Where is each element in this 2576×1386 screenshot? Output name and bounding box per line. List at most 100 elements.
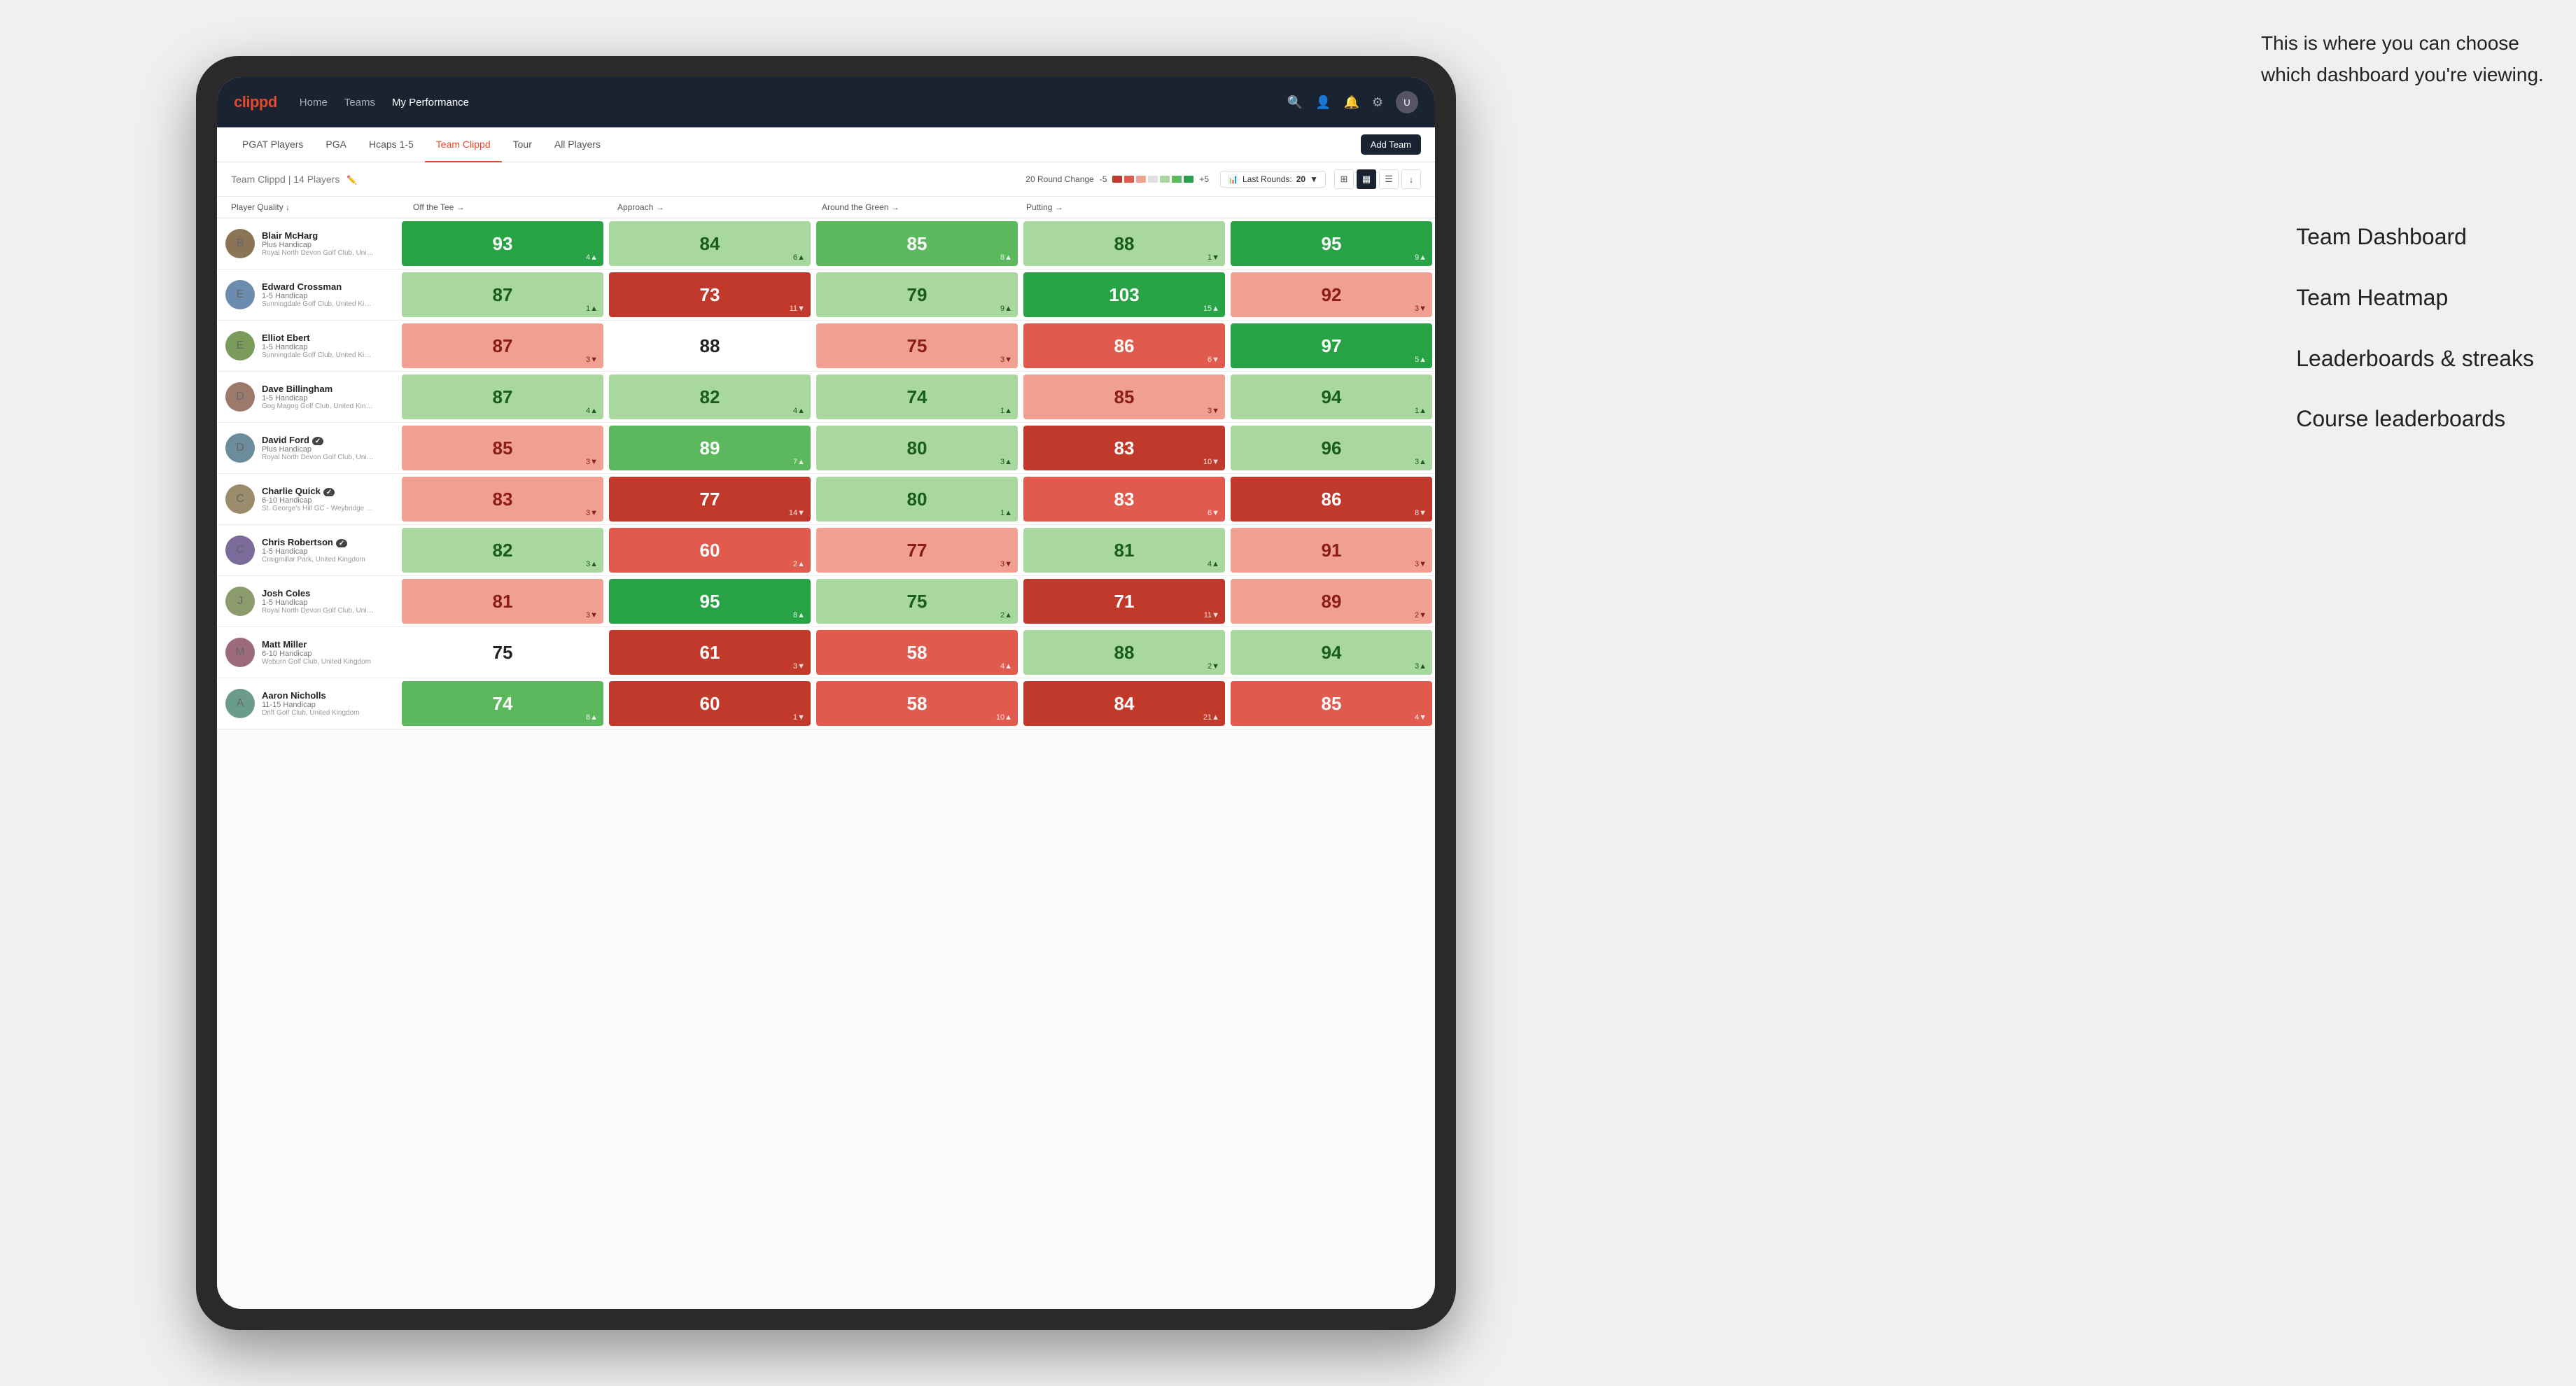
table-row[interactable]: AAaron Nicholls11-15 HandicapDrift Golf … (217, 678, 1435, 729)
col-player-quality[interactable]: Player Quality ↓ (224, 197, 406, 218)
stat-value: 87 (493, 388, 513, 406)
nav-link-teams[interactable]: Teams (344, 94, 375, 111)
stat-value: 85 (493, 439, 513, 457)
col-off-tee[interactable]: Off the Tee → (406, 197, 610, 218)
stat-cell: 613▼ (606, 627, 813, 678)
stat-value: 61 (700, 643, 720, 662)
table-row[interactable]: CCharlie Quick✓6-10 HandicapSt. George's… (217, 474, 1435, 525)
table-row[interactable]: MMatt Miller6-10 HandicapWoburn Golf Clu… (217, 627, 1435, 678)
heatmap-view-button[interactable]: ▦ (1357, 169, 1376, 189)
stat-box: 934▲ (402, 221, 603, 266)
stat-value: 89 (700, 439, 720, 457)
stat-value: 92 (1322, 286, 1342, 304)
stat-cell: 799▲ (813, 270, 1021, 320)
col-approach[interactable]: Approach → (610, 197, 815, 218)
stat-change: 3▲ (586, 560, 598, 568)
bell-icon[interactable]: 🔔 (1343, 95, 1359, 110)
player-details: Edward Crossman1-5 HandicapSunningdale G… (262, 281, 374, 308)
stat-cell: 8421▲ (1021, 678, 1228, 729)
stat-change: 3▲ (1415, 662, 1427, 671)
stat-change: 2▼ (1208, 662, 1219, 671)
col-around-green[interactable]: Around the Green → (815, 197, 1019, 218)
stat-box: 854▼ (1231, 681, 1432, 726)
tab-hcaps[interactable]: Hcaps 1-5 (358, 127, 425, 162)
stat-change: 3▲ (1415, 458, 1427, 466)
team-title: Team Clippd | 14 Players ✏️ (231, 174, 1026, 185)
user-avatar[interactable]: U (1396, 91, 1418, 113)
stat-box: 8310▼ (1023, 426, 1225, 470)
stat-change: 11▼ (1204, 611, 1219, 620)
label-course-leaderboards: Course leaderboards (2296, 392, 2534, 446)
tab-pgat-players[interactable]: PGAT Players (231, 127, 314, 162)
player-handicap: 1-5 Handicap (262, 343, 374, 351)
player-details: Blair McHargPlus HandicapRoyal North Dev… (262, 230, 374, 257)
stat-box: 75 (402, 630, 603, 675)
player-avatar: C (225, 536, 255, 565)
last-rounds-filter[interactable]: 📊 Last Rounds: 20 ▼ (1220, 171, 1326, 188)
tab-tour[interactable]: Tour (502, 127, 543, 162)
label-leaderboards: Leaderboards & streaks (2296, 332, 2534, 386)
stat-value: 97 (1322, 337, 1342, 355)
col-putting[interactable]: Putting → (1019, 197, 1224, 218)
stat-box: 897▲ (609, 426, 811, 470)
stat-change: 3▼ (586, 611, 598, 620)
stat-cell: 868▼ (1228, 474, 1435, 524)
player-name: Aaron Nicholls (262, 690, 360, 701)
table-header: Player Quality ↓ Off the Tee → Approach … (217, 197, 1435, 218)
player-name: Matt Miller (262, 639, 371, 650)
nav-link-my-performance[interactable]: My Performance (392, 94, 469, 111)
edit-team-icon[interactable]: ✏️ (346, 175, 357, 185)
table-row[interactable]: CChris Robertson✓1-5 HandicapCraigmillar… (217, 525, 1435, 576)
stat-box: 7111▼ (1023, 579, 1225, 624)
stat-change: 21▲ (1203, 713, 1219, 722)
stat-change: 2▲ (793, 560, 805, 568)
search-icon[interactable]: 🔍 (1287, 95, 1303, 110)
stat-box: 871▲ (402, 272, 603, 317)
sub-nav-links: PGAT Players PGA Hcaps 1-5 Team Clippd T… (231, 127, 1361, 162)
table-row[interactable]: JJosh Coles1-5 HandicapRoyal North Devon… (217, 576, 1435, 627)
stat-change: 3▲ (1000, 458, 1012, 466)
stat-change: 3▼ (1415, 304, 1427, 313)
heatmap-red-dark (1112, 176, 1122, 183)
stat-change: 5▲ (1415, 356, 1427, 364)
stat-cell: 75 (399, 627, 606, 678)
nav-link-home[interactable]: Home (300, 94, 328, 111)
stat-value: 82 (700, 388, 720, 406)
stat-box: 748▲ (402, 681, 603, 726)
tab-all-players[interactable]: All Players (543, 127, 612, 162)
stat-cell: 824▲ (606, 372, 813, 422)
settings-icon[interactable]: ⚙ (1372, 95, 1383, 110)
grid-view-button[interactable]: ⊞ (1334, 169, 1354, 189)
stat-value: 96 (1322, 439, 1342, 457)
stat-cell: 871▲ (399, 270, 606, 320)
profile-icon[interactable]: 👤 (1315, 95, 1331, 110)
stat-change: 1▼ (1208, 253, 1219, 262)
stat-cell: 753▼ (813, 321, 1021, 371)
table-row[interactable]: BBlair McHargPlus HandicapRoyal North De… (217, 218, 1435, 270)
player-avatar: D (225, 382, 255, 412)
stat-cell: 773▼ (813, 525, 1021, 575)
player-info-cell: JJosh Coles1-5 HandicapRoyal North Devon… (217, 576, 399, 626)
player-handicap: 6-10 Handicap (262, 496, 374, 505)
table-row[interactable]: DDavid Ford✓Plus HandicapRoyal North Dev… (217, 423, 1435, 474)
table-row[interactable]: DDave Billingham1-5 HandicapGog Magog Go… (217, 372, 1435, 423)
player-club: Royal North Devon Golf Club, United King… (262, 454, 374, 461)
list-view-button[interactable]: ☰ (1379, 169, 1399, 189)
stat-value: 86 (1322, 490, 1342, 508)
stat-cell: 836▼ (1021, 474, 1228, 524)
stat-box: 814▲ (1023, 528, 1225, 573)
stat-cell: 934▲ (399, 218, 606, 269)
add-team-button[interactable]: Add Team (1361, 134, 1421, 155)
stat-box: 958▲ (609, 579, 811, 624)
stat-value: 84 (700, 234, 720, 253)
stat-value: 86 (1114, 337, 1135, 355)
stat-change: 9▲ (1000, 304, 1012, 313)
stat-change: 10▼ (1203, 458, 1219, 466)
top-nav: clippd Home Teams My Performance 🔍 👤 🔔 ⚙… (217, 77, 1435, 127)
tab-pga[interactable]: PGA (314, 127, 358, 162)
stat-change: 2▲ (1000, 611, 1012, 620)
tab-team-clippd[interactable]: Team Clippd (425, 127, 502, 162)
table-row[interactable]: EEdward Crossman1-5 HandicapSunningdale … (217, 270, 1435, 321)
table-row[interactable]: EElliot Ebert1-5 HandicapSunningdale Gol… (217, 321, 1435, 372)
download-button[interactable]: ↓ (1401, 169, 1421, 189)
